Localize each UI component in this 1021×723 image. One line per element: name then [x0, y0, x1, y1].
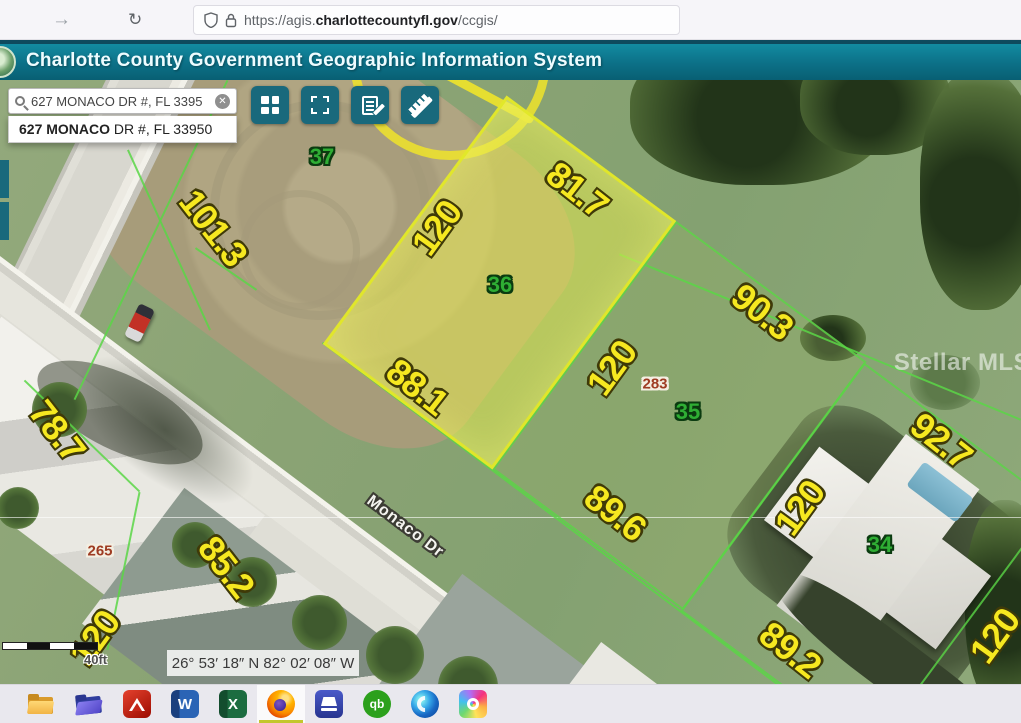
edge-tool-button[interactable]	[0, 202, 9, 240]
page-title: Charlotte County Government Geographic I…	[26, 50, 602, 72]
search-icon	[15, 96, 25, 106]
gis-header: Charlotte County Government Geographic I…	[0, 40, 1021, 80]
marquee-icon	[311, 96, 329, 114]
edge-tool-button[interactable]	[0, 160, 9, 198]
acrobat-icon	[123, 690, 151, 718]
taskbar-edge[interactable]	[401, 685, 449, 723]
adobe-creative-cloud-icon	[459, 690, 487, 718]
basemap-grid-button[interactable]	[251, 86, 289, 124]
palm-tree	[910, 355, 980, 410]
palm-tree	[366, 626, 424, 684]
county-seal-logo	[0, 46, 16, 78]
taskbar-acrobat[interactable]	[113, 685, 161, 723]
taskbar-excel[interactable]: X	[209, 685, 257, 723]
note-pencil-icon	[362, 96, 378, 115]
taskbar-word[interactable]: W	[161, 685, 209, 723]
mowing-circle	[240, 190, 360, 310]
taskbar-adobe-cc[interactable]	[449, 685, 497, 723]
search-suggestion[interactable]: 627 MONACO DR #, FL 33950	[8, 116, 237, 143]
scale-bar	[2, 642, 98, 650]
search-input[interactable]	[31, 94, 215, 109]
windows-taskbar: W X qb	[0, 684, 1021, 723]
url-text: https://agis.charlottecountyfl.gov/ccgis…	[244, 12, 498, 28]
select-rectangle-button[interactable]	[301, 86, 339, 124]
tree-canopy	[920, 80, 1021, 310]
palm-tree	[227, 557, 277, 607]
taskbar-scanner[interactable]	[305, 685, 353, 723]
taskbar-firefox[interactable]	[257, 685, 305, 723]
reload-button[interactable]: ↻	[128, 8, 142, 32]
palm-tree	[292, 595, 347, 650]
address-bar[interactable]: https://agis.charlottecountyfl.gov/ccgis…	[193, 5, 680, 35]
browser-toolbar: → ↻ https://agis.charlottecountyfl.gov/c…	[0, 0, 1021, 40]
edit-notes-button[interactable]	[351, 86, 389, 124]
scale-label: 40ft	[84, 652, 107, 667]
scanner-icon	[315, 690, 343, 718]
clear-icon[interactable]: ✕	[215, 94, 230, 109]
coordinates-readout: 26° 53′ 18″ N 82° 02′ 08″ W	[167, 650, 359, 676]
shield-icon	[204, 12, 218, 28]
taskbar-file-explorer[interactable]	[17, 685, 65, 723]
map-canvas[interactable]: 101.312081.788.190.312092.778.785.212089…	[0, 80, 1021, 684]
taskbar-quickbooks[interactable]: qb	[353, 685, 401, 723]
measure-button[interactable]	[401, 86, 439, 124]
lock-icon	[225, 13, 237, 28]
forward-button[interactable]: →	[52, 8, 71, 32]
firefox-icon	[267, 690, 295, 718]
red-car	[124, 303, 155, 343]
search-box[interactable]: ✕	[8, 88, 237, 114]
quickbooks-icon: qb	[363, 690, 391, 718]
edge-icon	[411, 690, 439, 718]
word-icon: W	[171, 690, 199, 718]
excel-icon: X	[219, 690, 247, 718]
ruler-icon	[407, 92, 433, 118]
purple-folder-icon	[74, 692, 104, 717]
file-explorer-icon	[27, 693, 55, 715]
palm-tree	[172, 522, 218, 568]
grid-icon	[261, 96, 279, 114]
taskbar-folder-purple[interactable]	[65, 685, 113, 723]
